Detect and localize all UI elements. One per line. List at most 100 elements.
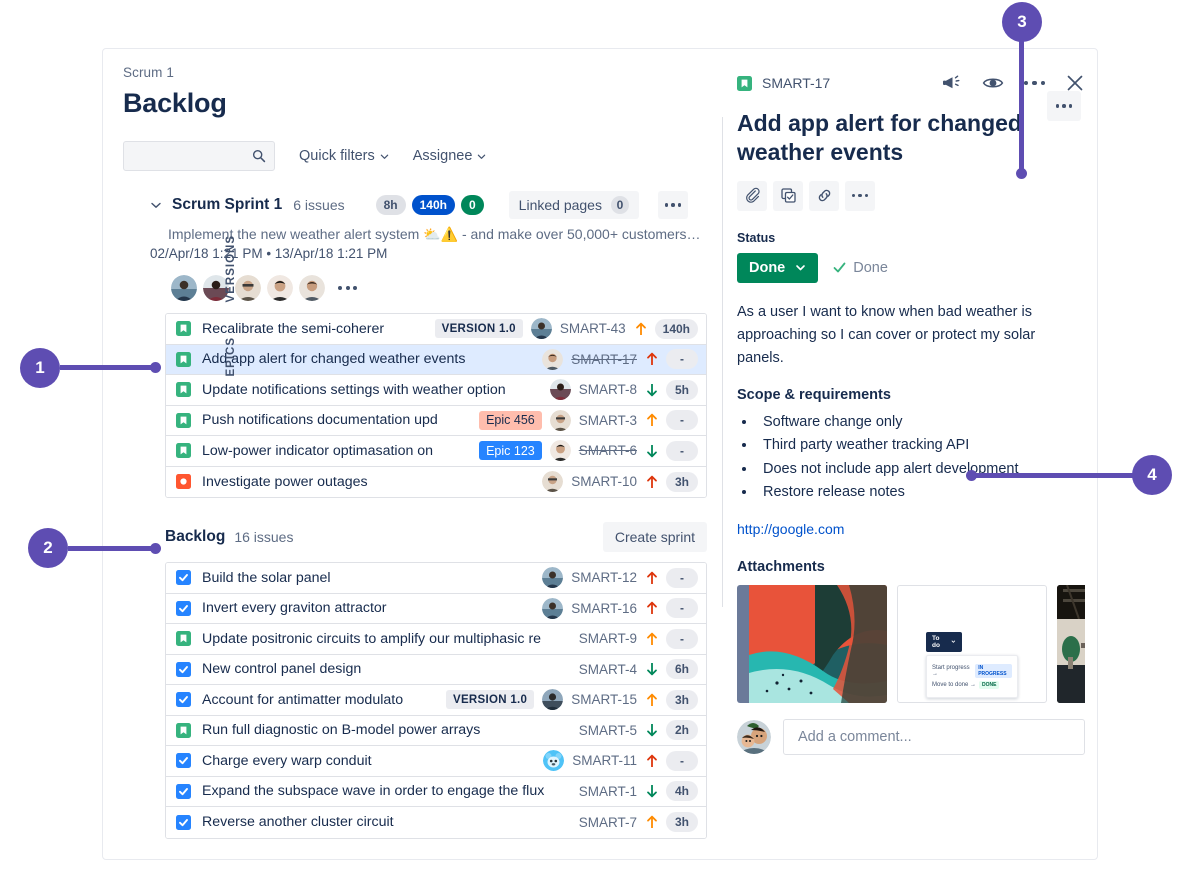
avatar[interactable] [267, 275, 293, 301]
close-icon[interactable] [1065, 73, 1085, 93]
detail-issue-key[interactable]: SMART-17 [762, 75, 830, 91]
rail-epics-label: EPICS [225, 337, 237, 377]
avatar[interactable] [542, 567, 564, 589]
attachment-thumbnail[interactable]: To do Start progress → IN PROGRESS Move … [897, 584, 1047, 703]
sprint-overflow-menu-button[interactable] [657, 191, 688, 219]
table-row[interactable]: Recalibrate the semi-coherer VERSION 1.0… [166, 314, 706, 345]
issue-summary: Update positronic circuits to amplify ou… [202, 630, 542, 647]
watch-eye-icon[interactable] [982, 75, 1004, 91]
rail-epics-tab[interactable]: EPICS [225, 337, 237, 395]
add-comment-input[interactable] [783, 718, 1085, 755]
assignee-filter-button[interactable]: Assignee [413, 148, 487, 164]
table-row[interactable]: Account for antimatter modulato VERSION … [166, 685, 706, 716]
table-row[interactable]: Investigate power outages SMART-10 3h [166, 466, 706, 497]
avatar[interactable] [171, 275, 197, 301]
attach-icon[interactable] [737, 180, 767, 211]
table-row[interactable]: Charge every warp conduit SMART-11 - [166, 746, 706, 777]
more-avatars-button[interactable] [338, 286, 357, 290]
issue-key[interactable]: SMART-17 [571, 352, 637, 367]
linked-pages-label: Linked pages [518, 197, 602, 213]
priority-low-icon [647, 383, 657, 397]
avatar[interactable] [549, 409, 571, 431]
rail-versions-tab[interactable]: VERSIONS [225, 235, 237, 335]
avatar[interactable] [530, 318, 552, 340]
avatar[interactable] [542, 597, 564, 619]
table-row[interactable]: Build the solar panel SMART-12 - [166, 563, 706, 594]
issue-key[interactable]: SMART-3 [579, 413, 637, 428]
issue-key[interactable]: SMART-9 [579, 631, 637, 646]
detail-issue-title: Add app alert for changed weather events [737, 110, 1022, 165]
backlog-issue-count: 16 issues [234, 529, 294, 545]
table-row[interactable]: Reverse another cluster circuit SMART-7 … [166, 807, 706, 838]
link-icon[interactable] [809, 180, 839, 211]
add-comment-row [737, 718, 1085, 755]
avatar[interactable] [737, 719, 771, 754]
issue-key[interactable]: SMART-8 [579, 382, 637, 397]
table-row[interactable]: Update positronic circuits to amplify ou… [166, 624, 706, 655]
version-badge[interactable]: VERSION 1.0 [445, 690, 535, 710]
priority-medium-icon [635, 322, 646, 335]
callout-number: 2 [43, 538, 53, 557]
mock-item-label: Start progress → [932, 664, 970, 677]
table-row[interactable]: New control panel design SMART-4 6h [166, 654, 706, 685]
story-type-icon [176, 443, 191, 459]
issue-key[interactable]: SMART-5 [579, 723, 637, 738]
quick-filters-label: Quick filters [299, 148, 375, 164]
avatar[interactable] [299, 275, 325, 301]
issue-key[interactable]: SMART-6 [579, 443, 637, 458]
description-link[interactable]: http://google.com [737, 521, 1085, 537]
epic-badge[interactable]: Epic 123 [479, 441, 542, 461]
avatar[interactable] [542, 348, 564, 370]
table-row[interactable]: Add app alert for changed weather events… [166, 344, 706, 375]
avatar[interactable] [549, 379, 571, 401]
breadcrumb[interactable]: Scrum 1 [123, 65, 723, 80]
create-sprint-button[interactable]: Create sprint [602, 522, 707, 552]
version-badge[interactable]: VERSION 1.0 [434, 319, 523, 339]
callout-3-dot [1016, 168, 1027, 179]
avatar[interactable] [543, 750, 565, 772]
jira-app-window: Scrum 1 Backlog Quick filters Assignee S… [102, 48, 1098, 860]
issue-key[interactable]: SMART-11 [572, 753, 637, 768]
epic-badge[interactable]: Epic 456 [479, 410, 542, 430]
avatar[interactable] [235, 275, 261, 301]
avatar[interactable] [549, 440, 571, 462]
child-issue-icon[interactable] [773, 180, 803, 211]
issue-key[interactable]: SMART-12 [571, 570, 637, 585]
priority-high-icon [647, 352, 657, 366]
table-row[interactable]: Expand the subspace wave in order to eng… [166, 776, 706, 807]
issue-key[interactable]: SMART-10 [571, 474, 637, 489]
callout-2-dot [150, 543, 161, 554]
search-box[interactable] [123, 141, 275, 171]
avatar[interactable] [542, 471, 564, 493]
callout-number: 4 [1147, 465, 1157, 484]
story-type-icon [176, 382, 191, 398]
linked-pages-button[interactable]: Linked pages 0 [508, 191, 639, 219]
issue-estimate: 140h [654, 318, 698, 339]
attachment-thumbnail[interactable] [1057, 584, 1085, 703]
quick-filters-button[interactable]: Quick filters [299, 148, 389, 164]
table-row[interactable]: Invert every graviton attractor SMART-16… [166, 593, 706, 624]
avatar[interactable] [542, 689, 564, 711]
mock-menu-item: Start progress → IN PROGRESS [932, 663, 1012, 678]
attachment-thumbnail[interactable] [737, 584, 887, 703]
sprint-name[interactable]: Scrum Sprint 1 [172, 196, 282, 214]
table-row[interactable]: Update notifications settings with weath… [166, 375, 706, 406]
issue-summary: Charge every warp conduit [202, 752, 372, 769]
issue-key[interactable]: SMART-4 [579, 662, 637, 677]
megaphone-icon[interactable] [942, 74, 962, 92]
callout-number: 3 [1017, 12, 1027, 31]
backlog-section-header: Backlog 16 issues Create sprint [165, 522, 707, 552]
more-actions-icon[interactable] [845, 180, 875, 211]
table-row[interactable]: Low-power indicator optimasation on Epic… [166, 436, 706, 467]
issue-key[interactable]: SMART-43 [560, 321, 626, 336]
issue-key[interactable]: SMART-16 [571, 601, 637, 616]
chevron-down-icon[interactable] [150, 199, 162, 211]
table-row[interactable]: Run full diagnostic on B-model power arr… [166, 715, 706, 746]
detail-overflow-menu-button[interactable] [1023, 80, 1045, 86]
overflow-dots-icon [851, 193, 869, 198]
issue-key[interactable]: SMART-15 [571, 692, 637, 707]
status-dropdown-button[interactable]: Done [737, 252, 819, 283]
issue-key[interactable]: SMART-7 [579, 815, 637, 830]
issue-key[interactable]: SMART-1 [579, 784, 637, 799]
table-row[interactable]: Push notifications documentation upd Epi… [166, 405, 706, 436]
